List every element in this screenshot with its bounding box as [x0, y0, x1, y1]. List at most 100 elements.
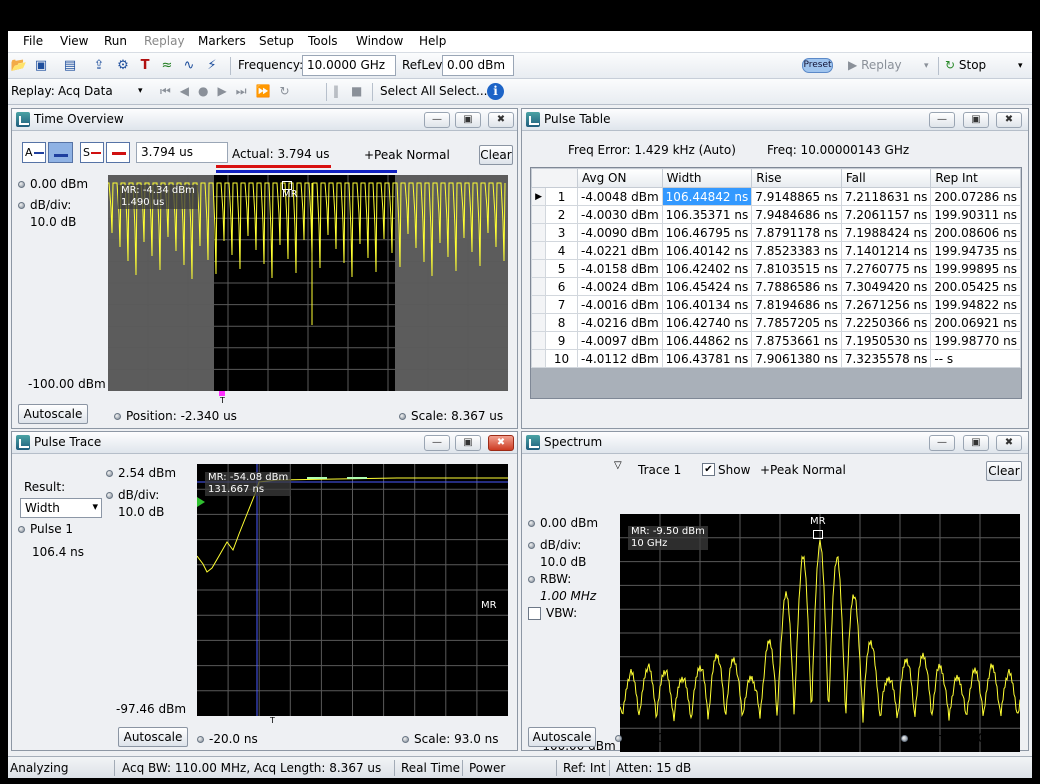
table-cell[interactable]: 7.2671256 ns [840, 295, 932, 314]
table-cell[interactable]: 106.46795 ns [661, 223, 753, 242]
restore-button[interactable]: ▣ [455, 112, 481, 128]
table-cell[interactable]: 7.9061380 ns [751, 349, 842, 368]
row-index[interactable]: 5 [545, 259, 578, 278]
scale-readout[interactable]: Scale: 93.0 ns [414, 732, 499, 746]
table-cell[interactable]: 199.94822 ns [930, 295, 1021, 314]
stop-button[interactable]: ↻ Stop [945, 58, 986, 72]
ref-level-knob-icon[interactable] [18, 181, 25, 188]
close-button[interactable]: ✖ [996, 435, 1022, 451]
table-row[interactable]: 10 -4.0112 dBm 106.43781 ns 7.9061380 ns 7.3… [530, 349, 1021, 368]
row-selector[interactable] [530, 277, 547, 296]
table-cell[interactable]: 7.2250366 ns [840, 313, 932, 332]
table-cell[interactable]: 7.7857205 ns [751, 313, 842, 332]
replay-dropdown-icon[interactable]: ▾ [924, 61, 929, 71]
scale-knob-icon[interactable] [399, 413, 406, 420]
table-cell[interactable]: 7.8753661 ns [751, 331, 842, 350]
minimize-button[interactable]: — [424, 112, 450, 128]
position-knob-icon[interactable] [114, 413, 121, 420]
row-selector[interactable] [530, 259, 547, 278]
table-cell[interactable]: 7.8194686 ns [751, 295, 842, 314]
peak-marker-icon[interactable]: ≈ [158, 57, 176, 75]
clear-button[interactable]: Clear [986, 461, 1022, 481]
scale-readout[interactable]: Scale: 8.367 us [411, 409, 503, 423]
table-cell[interactable]: 199.90311 ns [930, 205, 1021, 224]
select-button[interactable]: Select... [439, 84, 487, 98]
table-row[interactable]: 9 -4.0097 dBm 106.44862 ns 7.8753661 ns 7.19… [530, 331, 1021, 350]
col-width[interactable]: Width [661, 168, 753, 188]
table-cell[interactable]: 7.1988424 ns [840, 223, 932, 242]
table-row[interactable]: 5 -4.0158 dBm 106.42402 ns 7.8103515 ns 7.27… [530, 259, 1021, 278]
ref-level-knob-icon[interactable] [528, 520, 535, 527]
table-cell[interactable]: 200.08606 ns [930, 223, 1021, 242]
menu-help[interactable]: Help [419, 34, 446, 48]
table-cell[interactable]: 106.45424 ns [661, 277, 753, 296]
table-cell[interactable]: 7.7886586 ns [751, 277, 842, 296]
row-selector[interactable] [530, 349, 547, 368]
row-index[interactable]: 1 [545, 187, 578, 206]
table-cell[interactable]: -4.0016 dBm [577, 295, 663, 314]
info-icon[interactable]: i [487, 83, 504, 100]
table-cell[interactable]: -4.0090 dBm [577, 223, 663, 242]
result-select[interactable]: Width [20, 498, 102, 518]
row-selector[interactable] [530, 223, 547, 242]
table-cell[interactable]: 7.9484686 ns [751, 205, 842, 224]
pulse-results-table[interactable]: Avg ON Width Rise Fall Rep Int ▶ 1 -4.0048… [530, 167, 1022, 399]
table-cell[interactable]: 7.1950530 ns [840, 331, 932, 350]
col-avg-on[interactable]: Avg ON [577, 168, 663, 188]
row-index[interactable]: 3 [545, 223, 578, 242]
row-selector[interactable] [530, 205, 547, 224]
table-cell[interactable]: 7.8103515 ns [751, 259, 842, 278]
pause-icon[interactable]: ‖ [333, 84, 339, 98]
menu-replay[interactable]: Replay [144, 34, 185, 48]
span-knob-icon[interactable] [901, 735, 908, 742]
settings-gear-icon[interactable]: ⚙ [114, 57, 132, 75]
table-cell[interactable]: 7.1401214 ns [840, 241, 932, 260]
marker-s-line-button[interactable] [106, 142, 130, 163]
table-cell[interactable]: 199.99895 ns [930, 259, 1021, 278]
pulse-trace-plot[interactable]: MR: -54.08 dBm 131.667 ns MR [197, 464, 508, 716]
close-button[interactable]: ✖ [488, 112, 514, 128]
vbw-checkbox[interactable] [528, 607, 541, 620]
span-readout[interactable]: Span: 110.0 MHz [913, 731, 1015, 745]
mr-offscreen-tag[interactable]: MR [481, 600, 497, 611]
table-cell[interactable]: 7.3235578 ns [840, 349, 932, 368]
table-cell[interactable]: -4.0216 dBm [577, 313, 663, 332]
minimize-button[interactable]: — [929, 435, 955, 451]
menu-window[interactable]: Window [356, 34, 403, 48]
menu-setup[interactable]: Setup [259, 34, 294, 48]
marker-box-icon[interactable] [813, 530, 823, 539]
marker-a-button[interactable]: A [22, 142, 46, 163]
row-index[interactable]: 8 [545, 313, 578, 332]
table-cell[interactable]: -4.0112 dBm [577, 349, 663, 368]
table-cell[interactable]: 7.8523383 ns [751, 241, 842, 260]
dbdiv-value[interactable]: 10.0 dB [540, 555, 586, 569]
row-selector[interactable] [530, 331, 547, 350]
col-fall[interactable]: Fall [840, 168, 932, 188]
table-cell[interactable]: 199.94735 ns [930, 241, 1021, 260]
rbw-knob-icon[interactable] [528, 576, 535, 583]
table-row[interactable]: 2 -4.0030 dBm 106.35371 ns 7.9484686 ns 7.20… [530, 205, 1021, 224]
row-index[interactable]: 2 [545, 205, 578, 224]
row-index[interactable]: 6 [545, 277, 578, 296]
table-cell[interactable]: 7.3049420 ns [840, 277, 932, 296]
table-row[interactable]: 3 -4.0090 dBm 106.46795 ns 7.8791178 ns 7.19… [530, 223, 1021, 242]
autoscale-button[interactable]: Autoscale [18, 404, 88, 424]
time-overview-plot[interactable]: MR: -4.34 dBm 1.490 us MR [108, 175, 508, 391]
spectrum-plot[interactable]: MR: -9.50 dBm 10 GHz MR [620, 514, 1020, 752]
autoscale-button[interactable]: Autoscale [118, 727, 188, 747]
status-ref[interactable]: Ref: Int [563, 761, 606, 775]
cf-knob-icon[interactable] [615, 735, 622, 742]
row-index[interactable]: 10 [545, 349, 578, 368]
table-cell[interactable]: -4.0030 dBm [577, 205, 663, 224]
marker-table-icon[interactable]: ⚡ [203, 57, 221, 75]
ref-level[interactable]: 0.00 dBm [540, 516, 598, 530]
row-index[interactable]: 7 [545, 295, 578, 314]
print-icon[interactable]: ▤ [61, 57, 79, 75]
table-cell[interactable]: 200.05425 ns [930, 277, 1021, 296]
show-checkbox[interactable]: ✔ [702, 463, 715, 476]
save-icon[interactable]: ▣ [32, 57, 50, 75]
table-cell[interactable]: 106.44842 ns [661, 187, 753, 206]
trace-chevron-icon[interactable]: ▽ [614, 460, 622, 471]
row-selector[interactable] [530, 241, 547, 260]
menu-tools[interactable]: Tools [308, 34, 338, 48]
